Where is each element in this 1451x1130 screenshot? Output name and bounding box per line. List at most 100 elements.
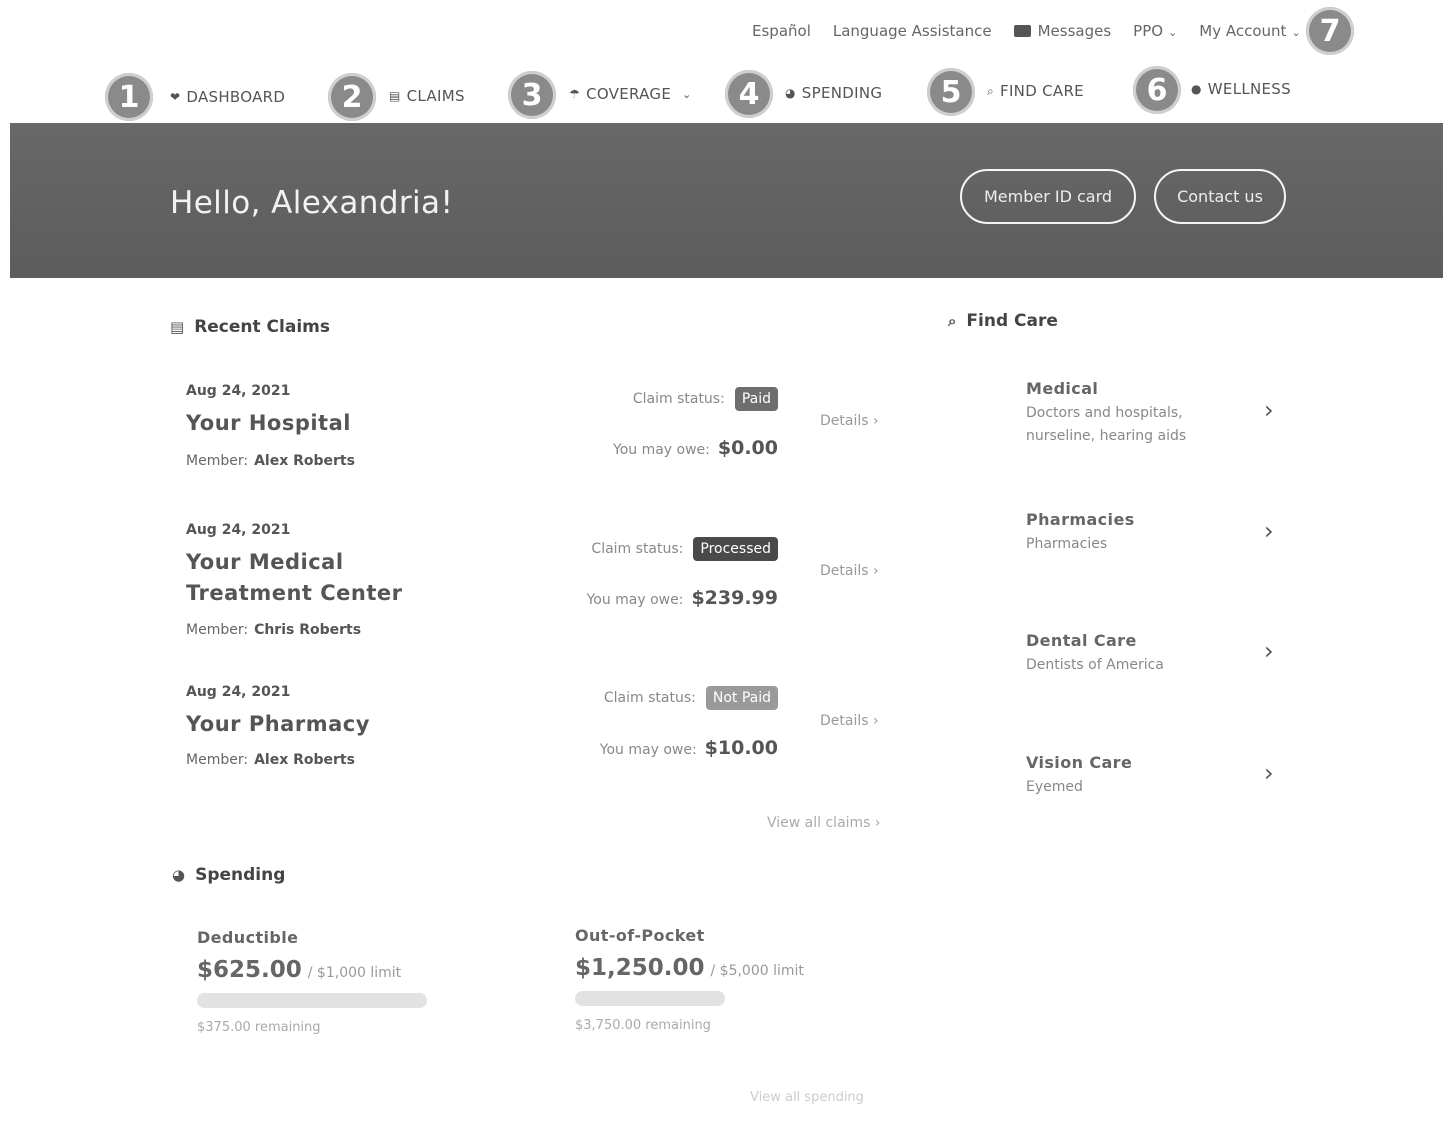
claim-provider-name: Your Medical Treatment Center [186,550,403,605]
member-name: Chris Roberts [254,622,362,638]
plan-label: PPO [1133,22,1164,40]
deductible-remaining: $375.00 remaining [197,1020,321,1035]
care-description: Eyemed [1026,779,1083,795]
nav-find-care-label: FIND CARE [1000,82,1084,100]
plan-dropdown[interactable]: PPO ⌄ [1133,22,1177,40]
chevron-right-icon: › [873,413,879,429]
owe-amount: $0.00 [717,437,778,459]
search-doctor-icon: ⌕ [948,312,957,330]
claim-date: Aug 24, 2021 [186,383,291,399]
care-title: Medical [1026,379,1099,398]
claim-status-row: Claim status: Processed [591,537,778,561]
apple-icon: ● [1191,82,1202,96]
claim-date: Aug 24, 2021 [186,684,291,700]
claim-date: Aug 24, 2021 [186,522,291,538]
nav-find-care[interactable]: ⌕ FIND CARE [987,82,1084,100]
view-all-spending-link[interactable]: View all spending [750,1090,864,1105]
deductible-amount-row: $625.00 / $1,000 limit [197,957,427,983]
member-id-card-button[interactable]: Member ID card [960,169,1136,224]
out-of-pocket-progress-bar [575,991,725,1006]
search-doctor-icon: ⌕ [987,83,995,98]
nav-claims[interactable]: ▤ CLAIMS [389,87,465,105]
find-care-item-medical[interactable]: Medical Doctors and hospitals, nurseline… [1026,379,1286,448]
chevron-down-icon: ⌄ [682,87,692,101]
nav-spending-label: SPENDING [801,84,883,102]
nav-dashboard-label: DASHBOARD [186,88,286,106]
chevron-right-icon: › [1264,396,1274,424]
view-all-claims-label: View all claims [767,815,871,831]
nav-coverage-label: COVERAGE [586,85,672,103]
status-badge: Processed [693,537,778,561]
document-icon: ▤ [389,89,401,103]
claim-status-label: Claim status: [632,391,725,407]
contact-us-button[interactable]: Contact us [1154,169,1286,224]
chevron-right-icon: › [1264,759,1274,787]
chevron-right-icon: › [1264,637,1274,665]
care-description: Pharmacies [1026,536,1108,552]
care-description: Dentists of America [1026,657,1164,673]
account-label: My Account [1199,22,1287,40]
chevron-right-icon: › [873,713,879,729]
umbrella-icon: ☂ [569,87,581,101]
chevron-down-icon: ⌄ [1168,26,1178,39]
status-badge: Paid [734,387,778,411]
recent-claims-title: Recent Claims [194,317,330,337]
member-name: Alex Roberts [254,453,355,469]
messages-label: Messages [1037,22,1112,40]
messages-link[interactable]: Messages [1013,22,1112,40]
language-assistance-link[interactable]: Language Assistance [833,22,992,40]
claim-details-link[interactable]: Details › [820,713,879,729]
nav-dashboard[interactable]: ❤ DASHBOARD [170,88,285,106]
details-label: Details [820,413,869,429]
chevron-right-icon: › [873,563,879,579]
claim-details-link[interactable]: Details › [820,563,879,579]
out-of-pocket-block: Out-of-Pocket $1,250.00 / $5,000 limit $… [575,926,805,1033]
view-all-claims-link[interactable]: View all claims › [767,815,881,831]
out-of-pocket-amount: $1,250.00 [575,955,705,981]
spending-heading: ◕ Spending [172,865,285,885]
find-care-item-vision[interactable]: Vision Care Eyemed › [1026,753,1286,799]
deductible-label: Deductible [197,928,299,947]
annotation-badge-2: 2 [328,73,376,121]
nav-spending[interactable]: ◕ SPENDING [785,84,882,102]
out-of-pocket-amount-row: $1,250.00 / $5,000 limit [575,955,805,981]
find-care-item-dental[interactable]: Dental Care Dentists of America › [1026,631,1286,677]
nav-claims-label: CLAIMS [406,87,465,105]
status-badge: Not Paid [705,686,778,710]
nav-wellness-label: WELLNESS [1207,80,1291,98]
care-title: Pharmacies [1026,510,1135,529]
claim-item: Aug 24, 2021 Your Medical Treatment Cent… [186,522,906,652]
greeting-banner: Hello, Alexandria! Member ID card Contac… [10,123,1443,278]
owe-label: You may owe: [613,442,710,458]
find-care-item-pharmacies[interactable]: Pharmacies Pharmacies › [1026,510,1286,556]
owe-amount: $10.00 [704,737,778,759]
find-care-heading: ⌕ Find Care [948,311,1058,331]
spending-title: Spending [195,865,286,885]
details-label: Details [820,563,869,579]
nav-wellness[interactable]: ● WELLNESS [1191,80,1291,98]
annotation-badge-1: 1 [105,73,153,121]
annotation-badge-5: 5 [927,68,975,116]
account-dropdown[interactable]: My Account ⌄ [1199,22,1300,40]
claim-provider-name: Your Pharmacy [186,712,370,736]
claim-member: Member: Alex Roberts [186,752,355,768]
espanol-link[interactable]: Español [752,22,811,40]
utility-bar: Español Language Assistance Messages PPO… [752,22,1301,40]
member-label: Member: [186,453,249,469]
messages-icon [1013,25,1031,38]
claim-details-link[interactable]: Details › [820,413,879,429]
claim-owe-row: You may owe: $10.00 [600,737,778,759]
annotation-badge-3: 3 [508,71,556,119]
claim-owe-row: You may owe: $0.00 [613,437,778,459]
nav-coverage[interactable]: ☂ COVERAGE ⌄ [569,85,692,103]
claim-status-row: Claim status: Not Paid [604,686,778,710]
recent-claims-heading: ▤ Recent Claims [170,317,330,337]
owe-label: You may owe: [586,592,684,608]
pie-chart-icon: ◕ [172,866,186,884]
chevron-right-icon: › [874,815,881,831]
document-icon: ▤ [170,318,185,336]
claim-member: Member: Alex Roberts [186,453,355,469]
deductible-progress-bar [197,993,427,1008]
member-name: Alex Roberts [254,752,355,768]
out-of-pocket-remaining: $3,750.00 remaining [575,1018,711,1033]
